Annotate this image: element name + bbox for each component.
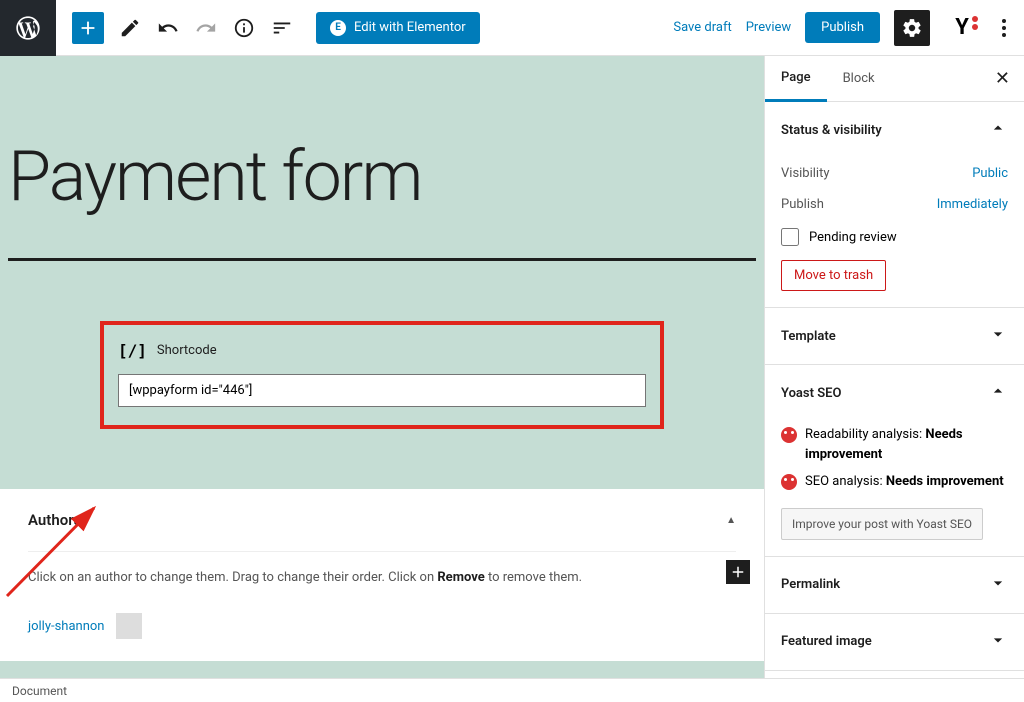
authors-description: Click on an author to change them. Drag … (28, 551, 736, 605)
chevron-up-icon (988, 118, 1008, 142)
panel-featured-header[interactable]: Featured image (765, 614, 1024, 670)
more-options-button[interactable] (994, 11, 1014, 45)
editor-canvas[interactable]: Payment form [/] Shortcode Authors ▲ Cli… (0, 56, 764, 678)
visibility-value[interactable]: Public (972, 166, 1008, 181)
panel-yoast-header[interactable]: Yoast SEO (765, 365, 1024, 421)
publish-row: Publish Immediately (781, 189, 1008, 220)
chevron-up-icon (988, 381, 1008, 405)
toolbar-right: Save draft Preview Publish Y (673, 10, 1024, 46)
readability-row[interactable]: Readability analysis: Needs improvement (781, 421, 1008, 468)
yoast-button[interactable]: Y (944, 10, 980, 46)
page-title[interactable]: Payment form (0, 56, 764, 248)
undo-button[interactable] (150, 10, 186, 46)
elementor-label: Edit with Elementor (354, 20, 466, 35)
panel-permalink: Permalink (765, 557, 1024, 614)
chevron-down-icon (988, 630, 1008, 654)
pending-review-row[interactable]: Pending review (781, 220, 1008, 260)
edit-mode-button[interactable] (112, 10, 148, 46)
yoast-icon: Y (955, 15, 969, 40)
authors-header[interactable]: Authors ▲ (28, 511, 736, 551)
panel-yoast-title: Yoast SEO (781, 386, 841, 401)
visibility-label: Visibility (781, 166, 830, 181)
panel-status-title: Status & visibility (781, 123, 882, 138)
panel-template-header[interactable]: Template (765, 308, 1024, 364)
sad-face-icon (781, 427, 797, 443)
publish-label: Publish (781, 197, 824, 212)
panel-template: Template (765, 308, 1024, 365)
panel-yoast-seo: Yoast SEO Readability analysis: Needs im… (765, 365, 1024, 557)
shortcode-header: [/] Shortcode (118, 341, 646, 360)
wordpress-logo[interactable] (0, 0, 56, 56)
preview-button[interactable]: Preview (746, 20, 791, 35)
author-name: jolly-shannon (28, 619, 104, 634)
panel-featured-title: Featured image (781, 634, 872, 649)
outline-button[interactable] (264, 10, 300, 46)
authors-title: Authors (28, 511, 81, 529)
redo-button[interactable] (188, 10, 224, 46)
tab-page[interactable]: Page (765, 56, 827, 102)
sidebar-tabs: Page Block ✕ (765, 56, 1024, 102)
collapse-icon: ▲ (726, 515, 736, 526)
elementor-icon: E (330, 20, 346, 36)
panel-status-header[interactable]: Status & visibility (765, 102, 1024, 158)
tab-block[interactable]: Block (827, 57, 891, 100)
shortcode-label: Shortcode (157, 343, 217, 358)
edit-with-elementor-button[interactable]: E Edit with Elementor (316, 12, 480, 44)
editor-content: Payment form [/] Shortcode Authors ▲ Cli… (0, 56, 764, 661)
shortcode-icon: [/] (118, 341, 147, 360)
shortcode-block-highlight: [/] Shortcode (100, 321, 664, 429)
top-toolbar: E Edit with Elementor Save draft Preview… (0, 0, 1024, 56)
shortcode-input[interactable] (118, 374, 646, 407)
toolbar-left: E Edit with Elementor (56, 10, 480, 46)
publish-button[interactable]: Publish (805, 12, 880, 43)
add-block-button[interactable] (72, 12, 104, 44)
visibility-row: Visibility Public (781, 158, 1008, 189)
panel-featured-image: Featured image (765, 614, 1024, 671)
move-to-trash-button[interactable]: Move to trash (781, 260, 886, 291)
panel-status-visibility: Status & visibility Visibility Public Pu… (765, 102, 1024, 308)
author-item[interactable]: jolly-shannon (28, 605, 736, 639)
breadcrumb-bar: Document (0, 678, 1024, 702)
yoast-status-dots (972, 16, 978, 30)
chevron-down-icon (988, 573, 1008, 597)
main-area: Payment form [/] Shortcode Authors ▲ Cli… (0, 56, 1024, 678)
add-block-inline-button[interactable] (726, 560, 750, 584)
settings-sidebar: Page Block ✕ Status & visibility Visibil… (764, 56, 1024, 678)
improve-yoast-button[interactable]: Improve your post with Yoast SEO (781, 508, 983, 540)
publish-value[interactable]: Immediately (937, 197, 1008, 212)
breadcrumb-document[interactable]: Document (12, 684, 67, 698)
authors-section: Authors ▲ Click on an author to change t… (0, 489, 764, 661)
seo-analysis-row[interactable]: SEO analysis: Needs improvement (781, 468, 1008, 496)
save-draft-button[interactable]: Save draft (673, 20, 731, 35)
panel-permalink-title: Permalink (781, 577, 840, 592)
close-sidebar-button[interactable]: ✕ (981, 68, 1024, 89)
title-divider (8, 258, 756, 261)
pending-review-checkbox[interactable] (781, 228, 799, 246)
pending-review-label: Pending review (809, 230, 897, 245)
chevron-down-icon (988, 324, 1008, 348)
panel-permalink-header[interactable]: Permalink (765, 557, 1024, 613)
info-button[interactable] (226, 10, 262, 46)
settings-button[interactable] (894, 10, 930, 46)
author-avatar (116, 613, 142, 639)
sad-face-icon (781, 474, 797, 490)
panel-template-title: Template (781, 329, 836, 344)
